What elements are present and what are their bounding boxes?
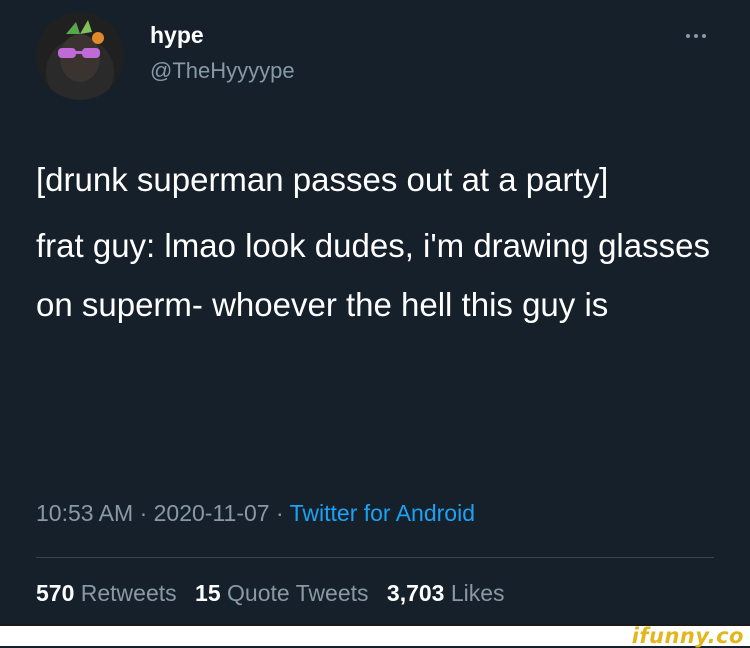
likes-stat[interactable]: 3,703 Likes — [387, 580, 505, 606]
quotes-stat[interactable]: 15 Quote Tweets — [195, 580, 368, 606]
more-dot — [702, 34, 706, 38]
divider — [36, 557, 714, 558]
avatar-image-icon — [36, 12, 124, 100]
more-dot — [694, 34, 698, 38]
tweet-meta: 10:53 AM · 2020-11-07 · Twitter for Andr… — [36, 500, 475, 527]
tweet-paragraph: [drunk superman passes out at a party] — [36, 161, 609, 198]
tweet-text: [drunk superman passes out at a party] f… — [36, 150, 716, 334]
avatar-icon[interactable] — [36, 12, 124, 100]
retweets-count: 570 — [36, 580, 75, 606]
author-display-name[interactable]: hype — [150, 22, 204, 49]
tweet-card: hype @TheHyyyype [drunk superman passes … — [0, 0, 750, 624]
quotes-label: Quote Tweets — [227, 580, 369, 606]
ifunny-watermark: ifunny.co — [631, 624, 744, 648]
more-dot — [686, 34, 690, 38]
likes-count: 3,703 — [386, 580, 445, 606]
tweet-source[interactable]: Twitter for Android — [290, 500, 475, 526]
author-handle[interactable]: @TheHyyyype — [150, 58, 295, 84]
tweet-paragraph: frat guy: lmao look dudes, i'm drawing g… — [36, 227, 710, 323]
quotes-count: 15 — [195, 580, 221, 606]
watermark-bar: ifunny.co — [0, 624, 750, 648]
meta-separator: · — [133, 500, 154, 526]
meta-separator: · — [269, 500, 290, 526]
retweets-label: Retweets — [80, 580, 177, 606]
likes-label: Likes — [450, 580, 505, 606]
tweet-date[interactable]: 2020-11-07 — [154, 500, 270, 526]
tweet-time[interactable]: 10:53 AM — [36, 500, 133, 526]
tweet-stats: 570 Retweets 15 Quote Tweets 3,703 Likes — [36, 580, 517, 607]
retweets-stat[interactable]: 570 Retweets — [36, 580, 177, 606]
more-icon[interactable] — [676, 26, 716, 46]
